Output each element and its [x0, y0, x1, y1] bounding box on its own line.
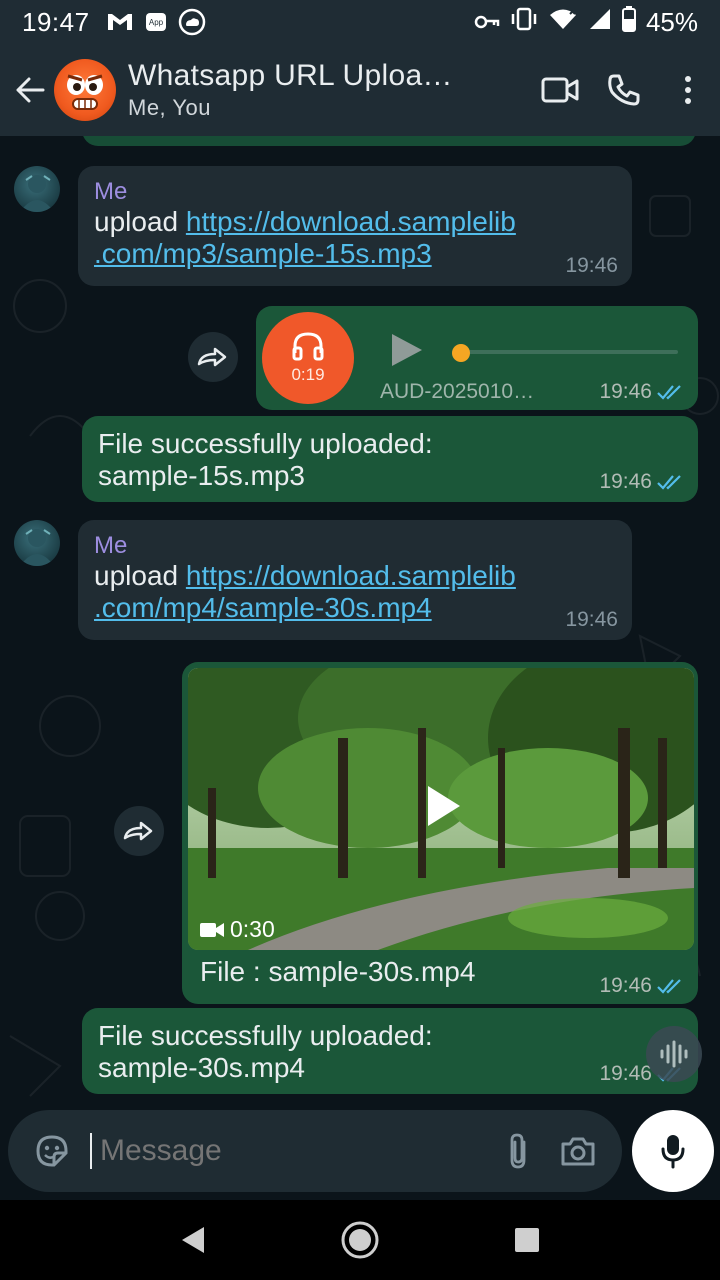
message-meta: 19:46 — [599, 380, 684, 404]
video-camera-icon — [200, 922, 224, 937]
system-navigation-bar — [0, 1200, 720, 1280]
video-duration-badge: 0:30 — [200, 916, 275, 943]
message-text: File successfully uploaded: sample-30s.mp… — [98, 1020, 433, 1083]
battery-icon — [621, 5, 636, 39]
voice-message-fab[interactable] — [646, 1026, 702, 1082]
svg-text:App: App — [148, 18, 163, 27]
camera-button[interactable] — [546, 1123, 610, 1179]
back-arrow-icon — [16, 77, 45, 103]
nav-back-icon — [182, 1227, 205, 1253]
sender-name: Me — [94, 532, 128, 559]
audio-seekbar[interactable] — [452, 344, 678, 362]
message-meta: 19:46 — [565, 254, 618, 278]
audio-play-button[interactable] — [386, 330, 426, 370]
video-call-button[interactable] — [528, 58, 592, 122]
nav-recents-icon — [514, 1228, 539, 1252]
audio-filename: AUD-2025010… — [380, 380, 535, 403]
camera-icon — [561, 1137, 595, 1166]
message-input[interactable] — [100, 1134, 490, 1168]
chat-header: Whatsapp URL Uploa… Me, You — [0, 44, 720, 136]
read-ticks-icon — [657, 385, 681, 400]
voice-call-button[interactable] — [592, 58, 656, 122]
play-icon — [428, 786, 460, 826]
attach-button[interactable] — [490, 1123, 546, 1179]
attach-icon — [510, 1133, 526, 1169]
nav-home-button[interactable] — [330, 1210, 390, 1270]
vibrate-icon — [510, 7, 538, 38]
voice-call-icon — [608, 74, 640, 106]
message-time: 19:46 — [565, 608, 618, 631]
gmail-icon — [106, 11, 134, 33]
message-text: File successfully uploaded: sample-15s.mp… — [98, 428, 433, 491]
mic-icon — [661, 1135, 685, 1169]
battery-percent: 45% — [645, 6, 698, 37]
forward-button[interactable] — [188, 332, 238, 382]
incoming-message[interactable]: Me upload https://download.samplelib .com… — [78, 166, 632, 286]
audio-seek-handle[interactable] — [452, 344, 470, 362]
more-options-button[interactable] — [656, 58, 720, 122]
nav-home-icon — [341, 1221, 379, 1259]
read-ticks-icon — [657, 979, 681, 994]
outgoing-message[interactable]: File successfully uploaded: sample-15s.mp… — [82, 416, 698, 502]
chat-participants[interactable]: Me, You — [128, 95, 528, 121]
message-time: 19:46 — [599, 1062, 652, 1085]
signal-icon — [588, 7, 612, 38]
mic-button[interactable] — [632, 1110, 714, 1192]
outgoing-video-message[interactable]: 0:30 File : sample-30s.mp4 19:46 — [182, 662, 698, 1004]
message-text: upload https://download.samplelib .com/mp… — [94, 560, 516, 623]
outgoing-message[interactable]: File successfully uploaded: sample-30s.mp… — [82, 1008, 698, 1094]
message-time: 19:46 — [599, 470, 652, 493]
app-icon: App — [144, 10, 168, 34]
sender-avatar[interactable] — [14, 520, 60, 566]
chat-area[interactable]: Me upload https://download.samplelib .com… — [0, 136, 720, 1106]
audio-avatar: 0:19 — [262, 312, 354, 404]
message-time: 19:46 — [599, 380, 652, 403]
outgoing-audio-message[interactable]: 0:19 AUD-2025010… 19:46 — [256, 306, 698, 410]
chat-title[interactable]: Whatsapp URL Uploa… — [128, 59, 488, 93]
vpn-key-icon — [474, 7, 500, 38]
message-meta: 19:46 — [565, 608, 618, 632]
headphones-icon — [292, 332, 324, 361]
nav-recents-button[interactable] — [497, 1210, 557, 1270]
wifi-icon — [548, 7, 578, 38]
video-play-button[interactable] — [420, 784, 464, 828]
forward-icon — [123, 821, 153, 841]
message-time: 19:46 — [565, 254, 618, 277]
play-icon — [392, 334, 422, 366]
status-time: 19:47 — [22, 6, 90, 37]
sound-wave-icon — [660, 1040, 688, 1068]
message-text: upload https://download.samplelib .com/mp… — [94, 206, 516, 269]
forward-button[interactable] — [114, 806, 164, 856]
text-caret — [90, 1133, 92, 1169]
nav-back-button[interactable] — [163, 1210, 223, 1270]
message-time: 19:46 — [599, 974, 652, 997]
sender-avatar[interactable] — [14, 166, 60, 212]
video-duration: 0:30 — [230, 916, 275, 942]
sender-name: Me — [94, 178, 128, 205]
more-vert-icon — [685, 76, 691, 104]
message-bubble-previous[interactable] — [82, 136, 696, 146]
video-thumbnail[interactable]: 0:30 — [188, 668, 694, 950]
group-avatar[interactable] — [54, 59, 116, 121]
read-ticks-icon — [657, 475, 681, 490]
back-button[interactable] — [8, 60, 52, 120]
video-call-icon — [541, 77, 579, 103]
message-meta: 19:46 — [599, 974, 684, 998]
incoming-message[interactable]: Me upload https://download.samplelib .com… — [78, 520, 632, 640]
sticker-button[interactable] — [24, 1123, 80, 1179]
status-bar: 19:47 App 45% — [0, 0, 720, 44]
message-meta: 19:46 — [599, 470, 684, 494]
video-caption: File : sample-30s.mp4 — [200, 956, 476, 987]
sticker-icon — [36, 1135, 68, 1167]
weather-icon — [178, 8, 206, 36]
message-composer — [8, 1110, 622, 1192]
forward-icon — [197, 347, 227, 367]
audio-duration: 0:19 — [291, 365, 325, 384]
